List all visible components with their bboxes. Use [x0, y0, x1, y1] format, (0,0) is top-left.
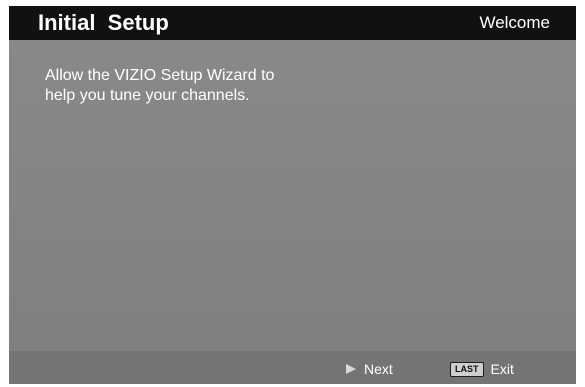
exit-label: Exit	[490, 361, 514, 377]
last-key-icon: LAST	[450, 361, 484, 377]
message-line-1: Allow the VIZIO Setup Wizard to	[45, 67, 275, 84]
footer-bar: Next LAST Exit	[9, 351, 576, 384]
wizard-message: Allow the VIZIO Setup Wizard to help you…	[45, 66, 375, 106]
next-button[interactable]: Next	[346, 359, 393, 379]
exit-button[interactable]: LAST Exit	[450, 359, 514, 379]
page-title: Initial Setup	[38, 10, 169, 35]
play-icon	[346, 364, 356, 374]
message-line-2: help you tune your channels.	[45, 87, 250, 104]
step-label: Welcome	[479, 13, 550, 32]
header-bar: Initial Setup Welcome	[9, 6, 576, 40]
next-label: Next	[364, 361, 393, 377]
setup-screen: Initial Setup Welcome Allow the VIZIO Se…	[9, 6, 576, 384]
